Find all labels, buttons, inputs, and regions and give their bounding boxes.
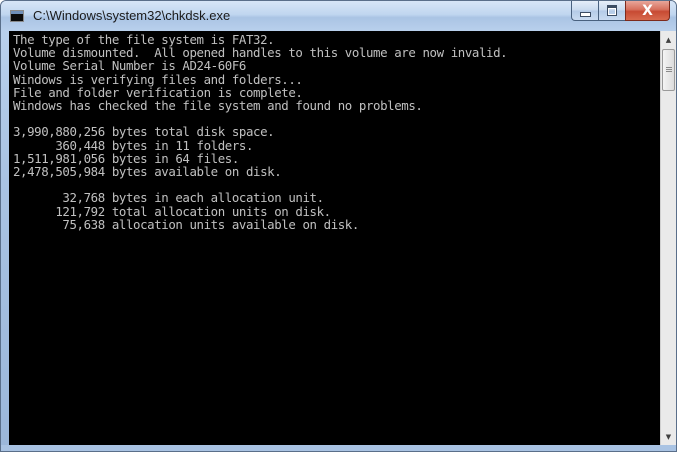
console-line: 75,638 allocation units available on dis…	[13, 216, 359, 232]
console-window: C:\Windows\system32\chkdsk.exe X The typ…	[0, 0, 677, 452]
maximize-button[interactable]	[598, 1, 625, 21]
window-title: C:\Windows\system32\chkdsk.exe	[33, 8, 231, 23]
vertical-scrollbar[interactable]: ▲ ▼	[660, 31, 676, 445]
maximize-icon	[607, 5, 617, 16]
console-line: Windows has checked the file system and …	[13, 98, 423, 114]
console-text: The type of the file system is FAT32. Vo…	[9, 31, 660, 231]
minimize-icon	[579, 11, 591, 17]
window-bottom-frame	[1, 445, 676, 451]
scroll-up-icon[interactable]: ▲	[661, 31, 676, 48]
scroll-down-icon[interactable]: ▼	[661, 428, 676, 445]
minimize-button[interactable]	[571, 1, 598, 21]
console-output[interactable]: The type of the file system is FAT32. Vo…	[9, 31, 660, 445]
close-icon: X	[642, 2, 653, 19]
console-app-icon[interactable]	[10, 10, 24, 22]
caption-buttons: X	[571, 1, 670, 22]
scroll-thumb[interactable]	[662, 49, 675, 91]
close-button[interactable]: X	[625, 1, 670, 21]
title-bar[interactable]: C:\Windows\system32\chkdsk.exe X	[1, 1, 676, 31]
grip-icon	[665, 67, 672, 73]
console-line: 2,478,505,984 bytes available on disk.	[13, 164, 282, 180]
